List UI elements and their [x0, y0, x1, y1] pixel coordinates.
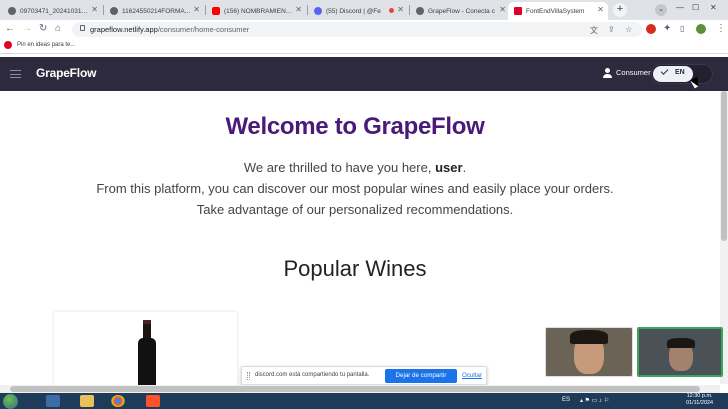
clock-time: 12:30 p.m. — [686, 393, 713, 399]
share-icon[interactable]: ⇪ — [608, 25, 615, 34]
page-title: Welcome to GrapeFlow — [225, 113, 485, 140]
app-header: GrapeFlow Consumer EN — [0, 57, 728, 91]
media-player-icon[interactable] — [46, 395, 60, 407]
wine-bottle-image — [138, 320, 156, 385]
reload-icon[interactable]: ↻ — [39, 23, 47, 35]
scrollbar-thumb[interactable] — [10, 386, 700, 392]
recommendation-text: Take advantage of our personalized recom… — [196, 202, 514, 217]
close-icon[interactable]: ✕ — [397, 5, 404, 14]
menu-icon[interactable]: ⋮ — [716, 23, 726, 35]
hide-link[interactable]: Ocultar — [462, 372, 482, 379]
forward-icon[interactable]: → — [22, 23, 32, 35]
stop-sharing-button[interactable]: Dejar de compartir — [385, 369, 457, 383]
browser-tab[interactable]: GrapeFlow - Conecta c ✕ — [410, 2, 510, 20]
tray-icons[interactable]: ▴ ⚑ ▭ ♪ ⚐ — [580, 397, 609, 404]
browser-toolbar: ← → ↻ ⌂ grapeflow.netlify.app/consumer/h… — [0, 20, 728, 39]
url-text: grapeflow.netlify.app/consumer/home-cons… — [90, 25, 250, 34]
browser-tab-strip: 09703471_20241031211 ✕ 11624550214FORMAT… — [0, 0, 728, 20]
language-indicator[interactable]: ES — [562, 397, 570, 403]
tab-label: FontEndVillaSystem — [526, 7, 585, 15]
welcome-suffix: . — [462, 160, 467, 175]
browser-tab[interactable]: (156) NOMBRAMIENTO ✕ — [206, 2, 306, 20]
address-bar[interactable]: grapeflow.netlify.app/consumer/home-cons… — [72, 22, 642, 37]
tab-label: (156) NOMBRAMIENTO — [224, 7, 294, 15]
intro-text: From this platform, you can discover our… — [96, 181, 614, 196]
brave-icon[interactable] — [146, 395, 160, 407]
close-icon[interactable]: ✕ — [597, 5, 604, 14]
browser-tab[interactable]: 11624550214FORMATO ✕ — [104, 2, 204, 20]
os-taskbar: ES ▴ ⚑ ▭ ♪ ⚐ 12:30 p.m. 01/11/2024 — [0, 393, 728, 409]
welcome-text: We are thrilled to have you here, user. — [0, 160, 710, 175]
screen-share-bar: discord.com está compartiendo tu pantall… — [241, 366, 487, 385]
bookmark-star-icon[interactable]: ☆ — [625, 25, 632, 34]
angular-icon — [514, 7, 522, 15]
close-icon[interactable]: ✕ — [499, 5, 506, 14]
system-clock[interactable]: 12:30 p.m. 01/11/2024 — [686, 393, 713, 407]
chrome-icon[interactable] — [111, 395, 125, 407]
minimize-icon[interactable]: — — [676, 3, 684, 12]
globe-icon — [8, 7, 16, 15]
back-icon[interactable]: ← — [5, 23, 15, 35]
language-pill[interactable]: EN — [653, 66, 693, 82]
share-message: discord.com está compartiendo tu pantall… — [255, 372, 370, 378]
globe-icon — [416, 7, 424, 15]
language-label: EN — [675, 69, 685, 76]
recording-icon — [389, 8, 394, 13]
new-tab-button[interactable]: + — [613, 3, 627, 17]
pinterest-icon — [4, 41, 12, 49]
scrollbar-thumb[interactable] — [721, 91, 727, 241]
close-icon[interactable]: ✕ — [91, 5, 98, 14]
discord-icon — [314, 7, 322, 15]
language-toggle[interactable]: EN — [651, 64, 713, 84]
clock-date: 01/11/2024 — [686, 400, 714, 406]
browser-tab[interactable]: 09703471_20241031211 ✕ — [2, 2, 102, 20]
brand-logo[interactable]: GrapeFlow — [36, 66, 96, 80]
close-icon[interactable]: ✕ — [193, 5, 200, 14]
tab-search-icon[interactable]: ⌄ — [655, 4, 667, 16]
tab-label: (55) Discord | @Fe — [326, 7, 381, 15]
user-icon[interactable] — [603, 68, 612, 78]
translate-icon[interactable]: 文 — [590, 25, 598, 36]
globe-icon — [110, 7, 118, 15]
profile-avatar[interactable] — [696, 24, 706, 34]
maximize-icon[interactable]: ☐ — [692, 3, 699, 12]
youtube-icon — [212, 7, 220, 15]
extension-icon[interactable] — [646, 24, 656, 34]
browser-tab-active[interactable]: FontEndVillaSystem ✕ — [508, 2, 608, 20]
close-icon[interactable]: ✕ — [295, 5, 302, 14]
video-tile-active[interactable] — [637, 327, 723, 377]
file-explorer-icon[interactable] — [80, 395, 94, 407]
close-window-icon[interactable]: ✕ — [710, 3, 717, 12]
sidebar-icon[interactable]: ▯ — [680, 23, 684, 35]
hamburger-menu-icon[interactable] — [10, 70, 21, 78]
section-heading: Popular Wines — [283, 256, 427, 281]
horizontal-scrollbar[interactable] — [0, 385, 720, 393]
home-icon[interactable]: ⌂ — [55, 23, 61, 35]
tab-label: GrapeFlow - Conecta c — [428, 7, 495, 15]
tab-label: 11624550214FORMATO — [122, 7, 192, 15]
extensions-puzzle-icon[interactable]: ✦ — [663, 23, 671, 35]
username: user — [435, 160, 463, 175]
drag-handle[interactable] — [247, 372, 250, 380]
welcome-prefix: We are thrilled to have you here, — [243, 160, 432, 175]
browser-tab[interactable]: (55) Discord | @Fe ✕ — [308, 2, 408, 20]
video-tile[interactable] — [545, 327, 633, 377]
user-role-label[interactable]: Consumer — [616, 68, 651, 77]
bookmarks-bar: Pin en ideas para te... — [0, 39, 728, 54]
start-button[interactable] — [3, 394, 18, 409]
check-icon — [660, 67, 669, 75]
bookmark-item[interactable]: Pin en ideas para te... — [4, 41, 75, 49]
lock-icon — [80, 25, 85, 31]
bookmark-label: Pin en ideas para te... — [17, 42, 76, 48]
tab-label: 09703471_20241031211 — [20, 7, 90, 15]
